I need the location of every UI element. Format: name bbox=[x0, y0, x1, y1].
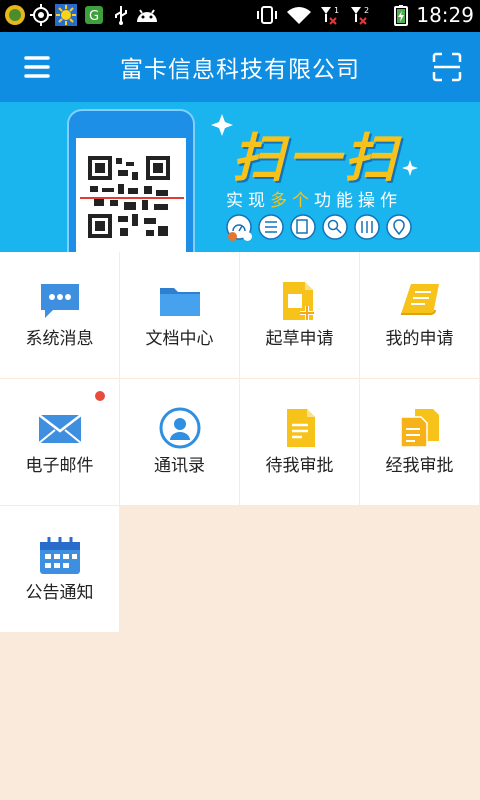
grid-item-label: 起草申请 bbox=[265, 329, 334, 349]
pending-document-icon bbox=[287, 409, 315, 447]
usb-icon bbox=[115, 6, 127, 25]
mail-icon bbox=[38, 414, 82, 444]
banner-headline: 扫一扫 bbox=[232, 129, 401, 189]
unread-badge bbox=[95, 391, 105, 401]
grid-item-label: 公告通知 bbox=[25, 583, 94, 603]
approved-documents-icon bbox=[400, 409, 439, 448]
grid-item-announcements[interactable]: 公告通知 bbox=[0, 506, 119, 632]
grid-item-label: 系统消息 bbox=[25, 329, 94, 349]
folder-icon bbox=[160, 288, 200, 316]
scroll-icon bbox=[401, 284, 439, 315]
grid-item-system-messages[interactable]: 系统消息 bbox=[0, 252, 119, 378]
qr-code-graphic bbox=[80, 154, 184, 240]
list-icon bbox=[258, 214, 284, 240]
document-icon bbox=[290, 214, 316, 240]
banner-subtitle-highlight: 多个 bbox=[270, 191, 314, 211]
slide-indicator[interactable] bbox=[228, 226, 258, 245]
grid-item-label: 文档中心 bbox=[145, 329, 214, 349]
app-icon bbox=[5, 5, 25, 25]
grid-item-approved-by-me[interactable]: 经我审批 bbox=[360, 379, 479, 505]
grid-item-pending-approval[interactable]: 待我审批 bbox=[240, 379, 359, 505]
grid-item-label: 通讯录 bbox=[154, 456, 205, 476]
banner-subtitle: 实现多个功能操作 bbox=[226, 186, 402, 211]
svg-text:G: G bbox=[89, 9, 99, 24]
wifi-icon bbox=[287, 7, 311, 24]
scan-banner[interactable]: 扫一扫 实现多个功能操作 bbox=[0, 102, 480, 252]
contacts-icon bbox=[159, 407, 201, 449]
grid-item-label: 经我审批 bbox=[385, 456, 454, 476]
status-time: 18:29 bbox=[416, 3, 474, 27]
gps-icon bbox=[30, 4, 52, 26]
security-icon: G bbox=[85, 6, 103, 24]
banner-subtitle-prefix: 实现 bbox=[226, 191, 270, 211]
grid-item-document-center[interactable]: 文档中心 bbox=[120, 252, 239, 378]
svg-text:1: 1 bbox=[334, 6, 339, 15]
search-icon bbox=[322, 214, 348, 240]
weather-icon bbox=[55, 4, 77, 26]
signal-1-icon: 1 bbox=[321, 6, 339, 25]
location-icon bbox=[386, 214, 412, 240]
scan-icon[interactable] bbox=[432, 52, 462, 82]
grid-item-my-applications[interactable]: 我的申请 bbox=[360, 252, 479, 378]
grid-item-label: 我的申请 bbox=[385, 329, 454, 349]
grid-item-label: 电子邮件 bbox=[25, 456, 94, 476]
battery-charging-icon bbox=[394, 5, 408, 26]
new-document-icon bbox=[283, 282, 314, 320]
svg-text:2: 2 bbox=[364, 6, 369, 15]
grid-item-draft-application[interactable]: 起草申请 bbox=[240, 252, 359, 378]
calendar-icon bbox=[40, 537, 80, 574]
app-header: 富卡信息科技有限公司 bbox=[0, 32, 480, 102]
grid-item-email[interactable]: 电子邮件 bbox=[0, 379, 119, 505]
settings-icon bbox=[354, 214, 380, 240]
grid-item-contacts[interactable]: 通讯录 bbox=[120, 379, 239, 505]
vibrate-icon bbox=[257, 6, 277, 24]
signal-2-icon: 2 bbox=[351, 6, 369, 25]
android-icon bbox=[137, 9, 157, 22]
status-bar: G 1 2 18:29 bbox=[0, 0, 480, 32]
page-title: 富卡信息科技有限公司 bbox=[120, 57, 360, 83]
slide-dot[interactable] bbox=[243, 232, 252, 241]
grid-item-label: 待我审批 bbox=[265, 456, 334, 476]
slide-dot-active[interactable] bbox=[228, 232, 237, 241]
banner-subtitle-suffix: 功能操作 bbox=[314, 191, 402, 211]
chat-bubble-icon bbox=[41, 284, 79, 318]
